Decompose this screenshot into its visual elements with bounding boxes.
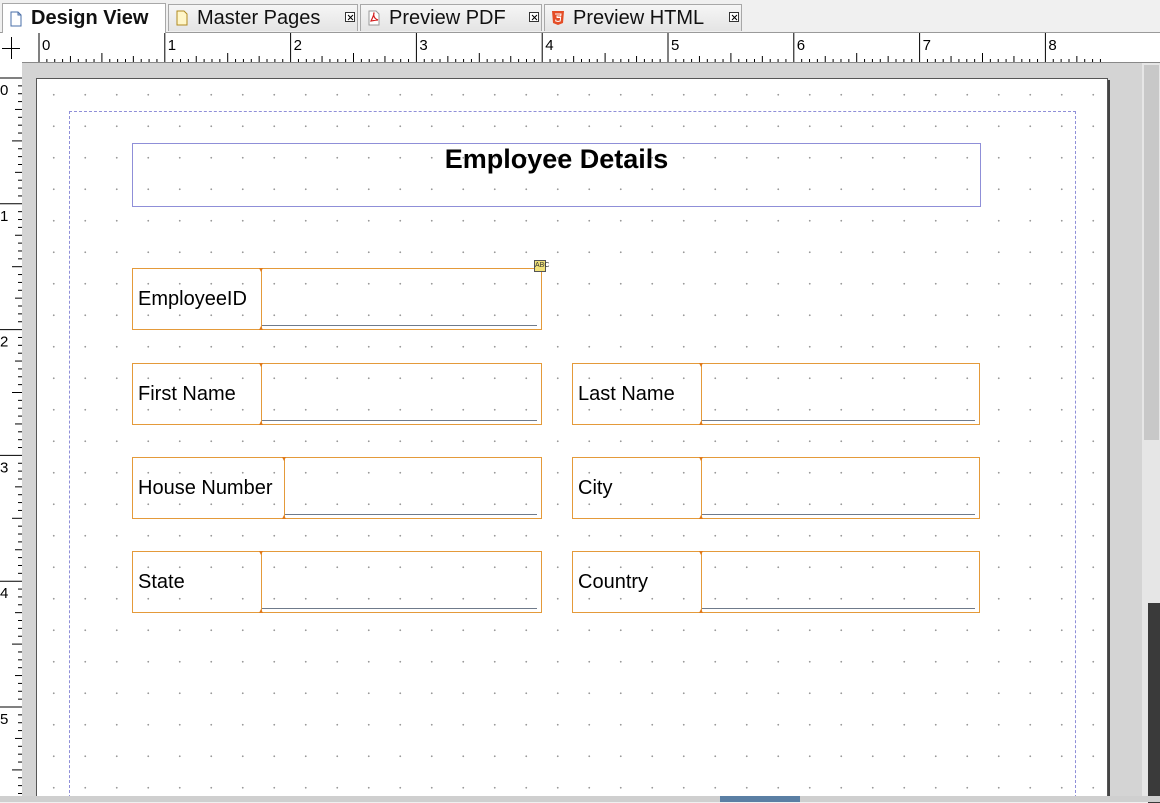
- ruler-label: 5: [671, 37, 679, 54]
- field-country[interactable]: Country: [572, 551, 980, 613]
- field-divider: [699, 457, 703, 519]
- close-icon[interactable]: [529, 12, 539, 22]
- report-title: Employee Details: [444, 144, 669, 174]
- field-divider: [259, 363, 263, 425]
- field-employee-id[interactable]: EmployeeID: [132, 268, 542, 330]
- field-divider: [282, 457, 286, 519]
- field-input-line[interactable]: [262, 608, 537, 609]
- tab-preview-html[interactable]: Preview HTML: [544, 4, 742, 31]
- field-label: First Name: [138, 382, 236, 405]
- tab-label: Design View: [31, 7, 149, 29]
- tab-bar: Design View Master Pages Preview PDF Pre…: [0, 0, 1160, 33]
- field-divider: [259, 551, 263, 613]
- field-input-line[interactable]: [262, 325, 537, 326]
- field-divider: [699, 363, 703, 425]
- vertical-scrollbar[interactable]: [1142, 63, 1160, 803]
- tab-label: Preview HTML: [573, 6, 705, 29]
- ruler-label: 8: [1048, 37, 1056, 54]
- ruler-label: 3: [0, 459, 8, 476]
- report-page[interactable]: Employee Details EmployeeID ABC First Na…: [36, 78, 1108, 802]
- field-divider: [699, 551, 703, 613]
- tab-label: Preview PDF: [389, 6, 506, 29]
- binding-marker-icon[interactable]: ABC: [534, 260, 549, 272]
- scrollbar-track-dark: [1148, 603, 1160, 803]
- master-page-icon: [176, 10, 188, 26]
- ruler-label: 4: [545, 37, 553, 54]
- ruler-label: 4: [0, 585, 8, 602]
- report-title-box[interactable]: Employee Details: [132, 143, 981, 207]
- field-label: City: [578, 476, 613, 499]
- tab-preview-pdf[interactable]: Preview PDF: [360, 4, 542, 31]
- design-canvas[interactable]: Employee Details EmployeeID ABC First Na…: [22, 63, 1142, 802]
- scrollbar-thumb[interactable]: [720, 796, 800, 802]
- field-label: State: [138, 570, 185, 593]
- ruler-label: 6: [797, 37, 805, 54]
- html5-icon: [552, 11, 564, 25]
- field-input-line[interactable]: [702, 514, 975, 515]
- ruler-label: 5: [0, 711, 8, 728]
- scrollbar-thumb[interactable]: [1144, 65, 1159, 440]
- ruler-label: 2: [0, 334, 8, 351]
- field-first-name[interactable]: First Name: [132, 363, 542, 425]
- field-label: Last Name: [578, 382, 675, 405]
- ruler-label: 0: [0, 82, 8, 99]
- field-input-line[interactable]: [285, 514, 537, 515]
- field-label: EmployeeID: [138, 287, 247, 310]
- tab-label: Master Pages: [197, 6, 321, 29]
- tab-master-pages[interactable]: Master Pages: [168, 4, 358, 31]
- horizontal-scrollbar[interactable]: [0, 796, 1160, 802]
- ruler-label: 3: [419, 37, 427, 54]
- close-icon[interactable]: [729, 12, 739, 22]
- ruler-label: 7: [923, 37, 931, 54]
- ruler-label: 2: [294, 37, 302, 54]
- field-house-number[interactable]: House Number: [132, 457, 542, 519]
- field-divider: [259, 268, 263, 330]
- ruler-origin-icon: [0, 33, 22, 63]
- tab-design-view[interactable]: Design View: [2, 3, 166, 33]
- field-label: Country: [578, 570, 649, 593]
- field-city[interactable]: City: [572, 457, 980, 519]
- close-icon[interactable]: [345, 12, 355, 22]
- field-state[interactable]: State: [132, 551, 542, 613]
- field-last-name[interactable]: Last Name: [572, 363, 980, 425]
- vertical-ruler: 0 1 2 3 4 5: [0, 63, 22, 802]
- pdf-icon: [368, 10, 380, 26]
- page-icon: [10, 11, 22, 26]
- field-input-line[interactable]: [262, 420, 537, 421]
- horizontal-ruler: 0 1 2 3 4 5 6 7 8: [22, 33, 1160, 63]
- field-label: House Number: [138, 476, 273, 499]
- ruler-label: 1: [0, 208, 8, 225]
- field-input-line[interactable]: [702, 420, 975, 421]
- ruler-label: 0: [42, 37, 50, 54]
- field-input-line[interactable]: [702, 608, 975, 609]
- ruler-label: 1: [168, 37, 176, 54]
